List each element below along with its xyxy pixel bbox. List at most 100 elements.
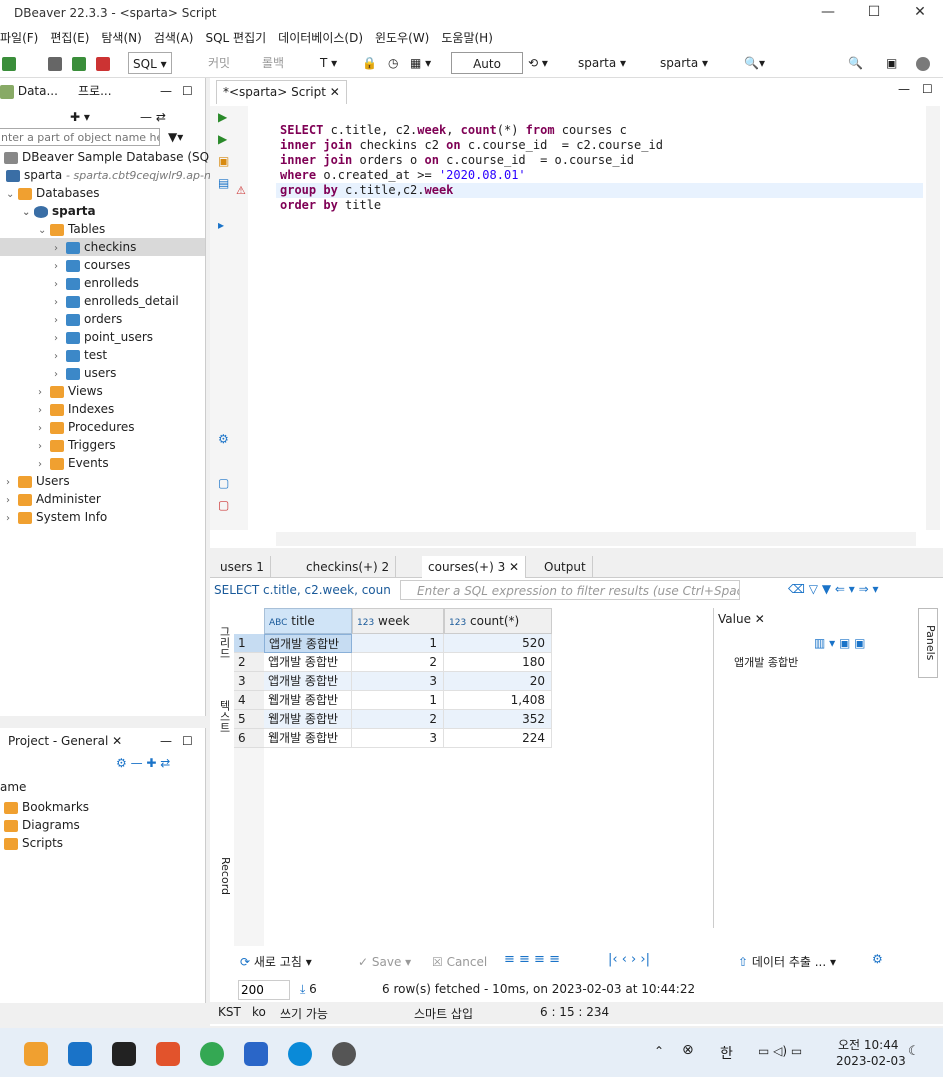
new-connection-small-icon[interactable]: ✚ ▾: [70, 106, 90, 128]
app-icon-dbeaver-2[interactable]: [332, 1042, 356, 1066]
explain-icon[interactable]: ▣: [218, 154, 229, 168]
invalidate-icon[interactable]: [72, 52, 86, 74]
menu-window[interactable]: 윈도우(W): [369, 26, 435, 48]
project-item-bookmarks[interactable]: Bookmarks: [4, 798, 89, 816]
tray-chevron-icon[interactable]: ⌃: [654, 1044, 664, 1058]
tab-result-courses[interactable]: courses(+) 3 ✕: [422, 556, 527, 578]
tab-value[interactable]: Value ✕: [718, 612, 765, 626]
tab-project-general[interactable]: Project - General ✕: [8, 730, 122, 752]
tree-item-sparta-connection[interactable]: sparta - sparta.cbt9ceqjwlr9.ap-n: [6, 166, 211, 184]
app-icon-vscode[interactable]: [68, 1042, 92, 1066]
lock-icon[interactable]: 🔒: [362, 52, 377, 74]
table-cell[interactable]: 앱개발 종합반: [264, 672, 352, 691]
filter-icon[interactable]: ▼▾: [168, 126, 183, 148]
refresh-button[interactable]: ⟳ 새로 고침 ▾: [240, 952, 312, 972]
table-cell[interactable]: 웹개발 종합반: [264, 691, 352, 710]
app-icon-brave[interactable]: [156, 1042, 180, 1066]
tray-status-icon[interactable]: ⊗: [682, 1042, 694, 1058]
app-icon-chrome[interactable]: [200, 1042, 224, 1066]
tray-network-volume-icon[interactable]: ▭ ◁) ▭: [758, 1044, 802, 1058]
table-cell[interactable]: 224: [444, 729, 552, 748]
table-cell[interactable]: 1: [352, 634, 444, 653]
table-cell[interactable]: 앱개발 종합반: [264, 634, 352, 653]
format-icon[interactable]: ▤: [218, 176, 229, 190]
tree-item-tables[interactable]: ⌄ Tables: [38, 220, 105, 238]
table-cell[interactable]: 1,408: [444, 691, 552, 710]
fetch-size-input[interactable]: [238, 980, 290, 1000]
tree-item-test[interactable]: › test: [54, 346, 107, 364]
tab-result-checkins[interactable]: checkins(+) 2: [300, 556, 397, 578]
tree-item-triggers[interactable]: › Triggers: [38, 436, 116, 454]
new-connection-icon[interactable]: [2, 52, 16, 74]
history-icon[interactable]: ⟲ ▾: [528, 52, 548, 74]
avatar[interactable]: [916, 52, 930, 74]
row-number[interactable]: 1: [234, 634, 264, 653]
transaction-mode-select[interactable]: Auto: [451, 52, 523, 74]
minimize-panel-icon[interactable]: —: [160, 80, 172, 102]
tree-item-sparta-db[interactable]: ⌄ sparta: [22, 202, 96, 220]
minimize-project-icon[interactable]: —: [160, 730, 172, 752]
app-icon-dbeaver[interactable]: [24, 1042, 48, 1066]
table-cell[interactable]: 앱개발 종합반: [264, 653, 352, 672]
tree-item-point-users[interactable]: › point_users: [54, 328, 153, 346]
column-header-title[interactable]: ABC title: [264, 608, 352, 634]
tree-item-users-folder[interactable]: › Users: [6, 472, 70, 490]
execute-icon[interactable]: ▶: [218, 110, 227, 124]
search-toolbar-icon[interactable]: 🔍▾: [744, 52, 765, 74]
tree-item-enrolleds[interactable]: › enrolleds: [54, 274, 139, 292]
connect-icon[interactable]: [48, 52, 62, 74]
query-preview[interactable]: SELECT c.title, c2.week, coun: [214, 580, 394, 600]
row-number[interactable]: 4: [234, 691, 264, 710]
menu-sql-editor[interactable]: SQL 편집기: [199, 26, 272, 48]
table-cell[interactable]: 2: [352, 710, 444, 729]
row-number[interactable]: 3: [234, 672, 264, 691]
collapse-all-icon[interactable]: — ⇄: [140, 106, 166, 128]
maximize-project-icon[interactable]: ☐: [182, 730, 193, 752]
app-icon-notepad[interactable]: [244, 1042, 268, 1066]
results-settings-icon[interactable]: ⚙: [872, 952, 883, 966]
global-search-icon[interactable]: 🔍: [848, 52, 863, 74]
table-cell[interactable]: 20: [444, 672, 552, 691]
table-cell[interactable]: 352: [444, 710, 552, 729]
tab-result-users[interactable]: users 1: [214, 556, 271, 578]
table-cell[interactable]: 520: [444, 634, 552, 653]
record-view-toggle[interactable]: Record: [212, 846, 232, 906]
menu-file[interactable]: 파일(F): [0, 26, 44, 48]
menu-database[interactable]: 데이터베이스(D): [272, 26, 369, 48]
tree-item-views[interactable]: › Views: [38, 382, 103, 400]
menu-help[interactable]: 도움말(H): [435, 26, 499, 48]
panels-toggle[interactable]: Panels: [918, 608, 938, 678]
results-filter-input[interactable]: Enter a SQL expression to filter results…: [400, 580, 740, 600]
schema-icon[interactable]: ▦ ▾: [410, 52, 431, 74]
execute-script-icon[interactable]: ▶: [218, 132, 227, 146]
tree-item-databases[interactable]: ⌄ Databases: [6, 184, 100, 202]
close-icon[interactable]: ✕: [897, 0, 943, 26]
editor-v-scrollbar[interactable]: [926, 106, 940, 530]
transaction-mode-icon[interactable]: T ▾: [320, 52, 337, 74]
notification-icon[interactable]: ☾: [908, 1044, 920, 1059]
settings-icon[interactable]: ⚙: [218, 432, 229, 446]
tree-item-checkins[interactable]: › checkins: [0, 238, 205, 256]
commit-button[interactable]: 커밋: [208, 52, 230, 74]
table-cell[interactable]: 180: [444, 653, 552, 672]
tree-item-orders[interactable]: › orders: [54, 310, 122, 328]
filter-tools-icon[interactable]: ⌫ ▽ ▼ ⇐ ▾ ⇒ ▾: [788, 582, 878, 596]
editor-h-scrollbar[interactable]: [276, 532, 916, 546]
delete-script-icon[interactable]: ▢: [218, 498, 229, 512]
rollback-button[interactable]: 롤백: [262, 52, 284, 74]
dashboard-icon[interactable]: ◷: [388, 52, 398, 74]
tree-item-administer[interactable]: › Administer: [6, 490, 101, 508]
navigator-filter-input[interactable]: [0, 128, 160, 146]
menu-edit[interactable]: 편집(E): [44, 26, 95, 48]
sql-code[interactable]: SELECT c.title, c2.week, count(*) from c…: [280, 108, 663, 243]
maximize-panel-icon[interactable]: ☐: [182, 80, 193, 102]
grid-view-toggle[interactable]: 그리드: [212, 612, 232, 672]
save-button[interactable]: ✓ Save ▾: [358, 952, 411, 972]
row-edit-icons[interactable]: ≡ ≡ ≡ ≡: [504, 952, 560, 967]
tree-item-procedures[interactable]: › Procedures: [38, 418, 135, 436]
row-number[interactable]: 2: [234, 653, 264, 672]
tree-item-indexes[interactable]: › Indexes: [38, 400, 114, 418]
column-header-week[interactable]: 123 week: [352, 608, 444, 634]
tab-projects[interactable]: 프로...: [78, 80, 112, 102]
table-cell[interactable]: 웹개발 종합반: [264, 729, 352, 748]
